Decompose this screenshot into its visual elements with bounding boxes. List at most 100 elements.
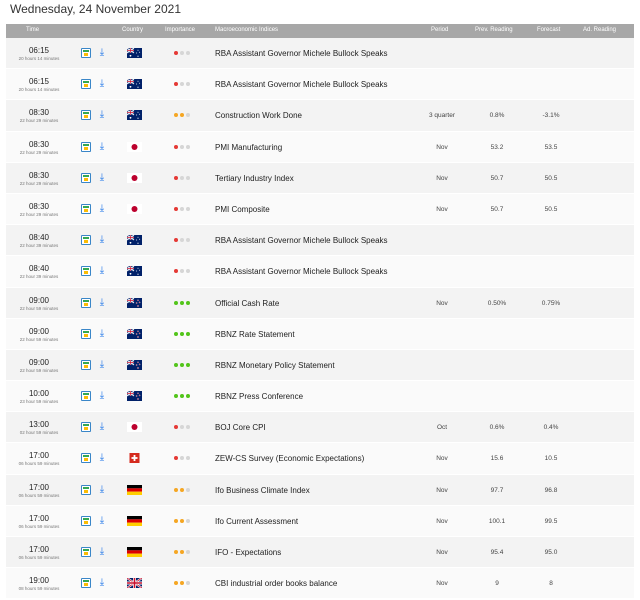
importance-indicator [174, 331, 194, 337]
importance-indicator [174, 206, 194, 212]
google-calendar-icon[interactable] [81, 235, 91, 246]
column-period: Period [431, 27, 449, 33]
event-name[interactable]: CBI industrial order books balance [215, 579, 337, 588]
event-name[interactable]: ZEW-CS Survey (Economic Expectations) [215, 454, 364, 463]
event-forecast: -3.1% [542, 112, 560, 120]
download-icon[interactable]: ⤓ [97, 577, 107, 589]
google-calendar-icon[interactable] [81, 484, 91, 495]
table-row[interactable]: 08:30 22 hour 29 minutes ⤓ PMI Manufacturin… [6, 131, 634, 163]
importance-dot [186, 581, 190, 586]
google-calendar-icon[interactable] [81, 203, 91, 214]
event-time-ago: 22 hour 29 minutes [19, 180, 59, 186]
google-calendar-icon[interactable] [81, 141, 91, 152]
importance-dot [174, 175, 178, 180]
download-icon[interactable]: ⤓ [97, 141, 107, 153]
google-calendar-icon[interactable] [81, 172, 91, 183]
table-row[interactable]: 19:00 08 hours 59 minutes ⤓ CBI industrial … [6, 568, 634, 600]
event-time-ago: 02 hour 59 minutes [19, 430, 59, 436]
event-time-ago: 22 hour 29 minutes [19, 118, 59, 124]
table-row[interactable]: 06:15 20 hours 14 minutes ⤓ RBA Assistant G… [6, 69, 634, 101]
google-calendar-icon[interactable] [81, 48, 91, 58]
table-row[interactable]: 08:30 22 hour 29 minutes ⤓ PMI Composite Nov… [6, 193, 634, 226]
event-forecast: 0.75% [541, 299, 561, 307]
download-icon[interactable]: ⤓ [97, 203, 107, 215]
google-calendar-icon[interactable] [81, 359, 91, 370]
event-name[interactable]: Tertiary Industry Index [215, 174, 294, 183]
event-time-ago: 22 hour 59 minutes [19, 305, 59, 311]
table-row[interactable]: 06:15 20 hours 14 minutes ⤓ RBA Assistant G… [6, 38, 634, 70]
event-forecast: 50.5 [544, 174, 558, 182]
table-row[interactable]: 09:00 22 hour 59 minutes ⤓ RBNZ Rate Statem… [6, 318, 634, 350]
download-icon[interactable]: ⤓ [97, 328, 107, 340]
google-calendar-icon[interactable] [81, 578, 91, 589]
download-icon[interactable]: ⤓ [97, 265, 107, 277]
google-calendar-icon[interactable] [81, 453, 91, 464]
download-icon[interactable]: ⤓ [97, 421, 107, 433]
google-calendar-icon[interactable] [81, 391, 91, 402]
event-name[interactable]: Official Cash Rate [215, 299, 279, 308]
google-calendar-icon[interactable] [81, 422, 91, 433]
event-name[interactable]: Ifo Business Climate Index [215, 486, 310, 495]
google-calendar-icon[interactable] [81, 110, 91, 121]
download-icon[interactable]: ⤓ [97, 546, 107, 558]
table-row[interactable]: 17:00 06 hours 59 minutes ⤓ ZEW-CS Survey (… [6, 443, 634, 475]
importance-indicator [174, 238, 194, 243]
event-name[interactable]: PMI Composite [215, 205, 270, 214]
switzerland-flag-icon [127, 453, 142, 464]
table-row[interactable]: 08:30 22 hour 29 minutes ⤓ Tertiary Industr… [6, 162, 634, 194]
table-row[interactable]: 09:00 22 hour 59 minutes ⤓ Official Cash Ra… [6, 287, 634, 319]
table-header: Time Country Importance Macroeconomic In… [6, 24, 634, 38]
event-name[interactable]: RBA Assistant Governor Michele Bullock S… [215, 80, 388, 89]
event-name[interactable]: RBNZ Rate Statement [215, 330, 295, 339]
event-time-ago: 20 hours 14 minutes [18, 56, 60, 61]
event-name[interactable]: Ifo Current Assessment [215, 517, 298, 526]
importance-indicator [174, 113, 194, 118]
google-calendar-icon[interactable] [81, 79, 91, 90]
download-icon[interactable]: ⤓ [97, 297, 107, 309]
google-calendar-icon[interactable] [81, 547, 91, 557]
event-name[interactable]: RBA Assistant Governor Michele Bullock S… [215, 49, 388, 58]
event-name[interactable]: Construction Work Done [215, 111, 302, 120]
event-name[interactable]: RBA Assistant Governor Michele Bullock S… [215, 236, 388, 245]
table-row[interactable]: 17:00 06 hours 59 minutes ⤓ IFO - Expectati… [6, 537, 634, 569]
importance-indicator [174, 581, 194, 586]
event-name[interactable]: RBNZ Press Conference [215, 392, 303, 401]
event-time-ago: 22 hour 29 minutes [19, 149, 59, 155]
event-name[interactable]: IFO - Expectations [215, 548, 281, 557]
table-row[interactable]: 13:00 02 hour 59 minutes ⤓ BOJ Core CPI Oct 0… [6, 412, 634, 444]
event-name[interactable]: RBA Assistant Governor Michele Bullock S… [215, 267, 388, 276]
event-forecast: 0.4% [543, 424, 559, 432]
download-icon[interactable]: ⤓ [97, 452, 107, 464]
google-calendar-icon[interactable] [81, 515, 91, 526]
event-name[interactable]: BOJ Core CPI [215, 423, 266, 432]
event-time: 17:00 [28, 482, 50, 492]
table-row[interactable]: 17:00 06 hours 59 minutes ⤓ Ifo Current Ass… [6, 505, 634, 537]
event-time-ago: 22 hour 59 minutes [19, 367, 59, 373]
download-icon[interactable]: ⤓ [97, 109, 107, 121]
download-icon[interactable]: ⤓ [97, 234, 107, 246]
download-icon[interactable]: ⤓ [97, 515, 107, 527]
importance-indicator [174, 144, 194, 150]
google-calendar-icon[interactable] [81, 266, 91, 277]
table-row[interactable]: 10:00 23 hour 59 minutes ⤓ RBNZ Press Confe… [6, 381, 634, 413]
download-icon[interactable]: ⤓ [97, 172, 107, 184]
google-calendar-icon[interactable] [81, 297, 91, 308]
event-name[interactable]: RBNZ Monetary Policy Statement [215, 361, 335, 370]
download-icon[interactable]: ⤓ [97, 78, 107, 90]
table-row[interactable]: 08:30 22 hour 29 minutes ⤓ Construction Wor… [6, 100, 634, 132]
download-icon[interactable]: ⤓ [97, 484, 107, 496]
table-row[interactable]: 08:40 22 hour 39 minutes ⤓ RBA Assistant Go… [6, 225, 634, 257]
event-time-ago: 23 hour 59 minutes [19, 399, 59, 405]
google-calendar-icon[interactable] [81, 328, 91, 339]
importance-dot [174, 550, 178, 554]
event-name[interactable]: PMI Manufacturing [215, 143, 282, 152]
download-icon[interactable]: ⤓ [97, 47, 107, 59]
importance-dot [174, 300, 178, 305]
download-icon[interactable]: ⤓ [97, 390, 107, 402]
importance-dot [186, 518, 190, 523]
download-icon[interactable]: ⤓ [97, 359, 107, 371]
table-row[interactable]: 17:00 06 hours 59 minutes ⤓ Ifo Business Cl… [6, 474, 634, 506]
importance-dot [180, 238, 184, 243]
table-row[interactable]: 08:40 22 hour 39 minutes ⤓ RBA Assistant Go… [6, 256, 634, 288]
table-row[interactable]: 09:00 22 hour 59 minutes ⤓ RBNZ Monetary Po… [6, 349, 634, 382]
